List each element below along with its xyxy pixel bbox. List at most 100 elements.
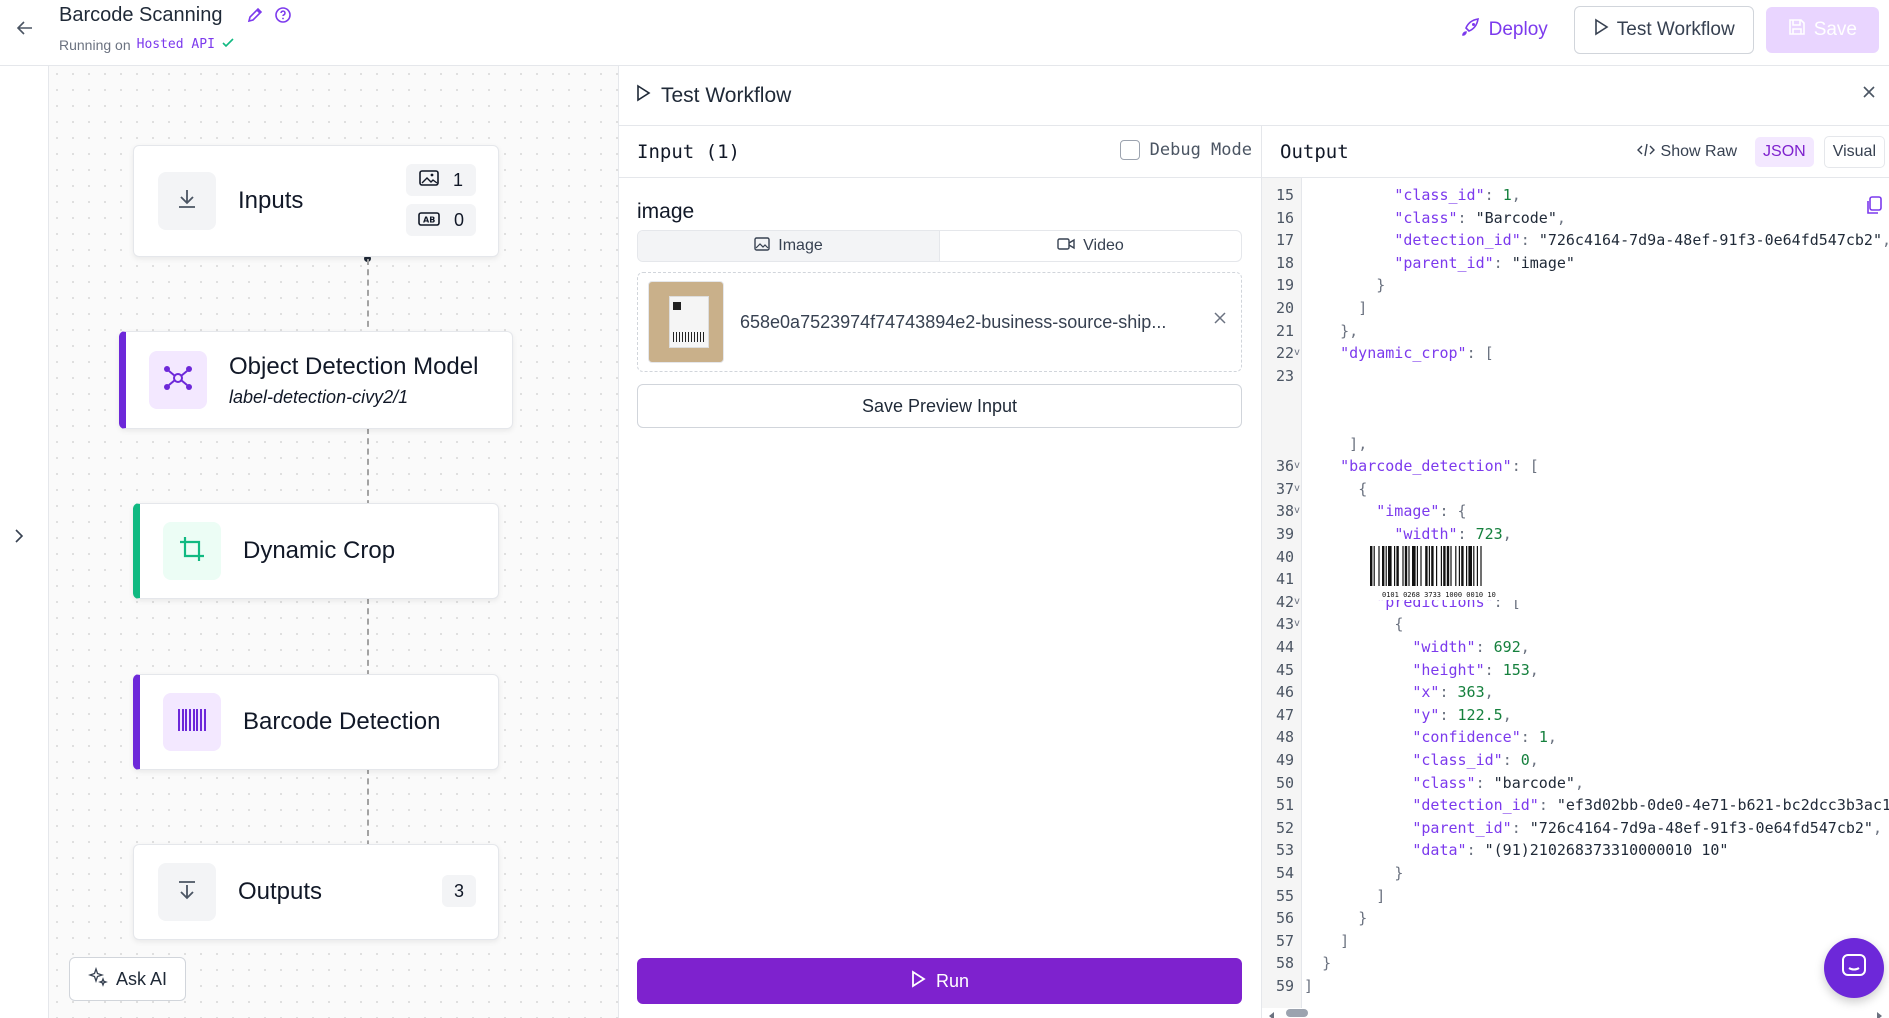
save-preview-input-button[interactable]: Save Preview Input: [637, 384, 1242, 428]
node-barcode-detection[interactable]: Barcode Detection: [133, 674, 499, 770]
code-line: 43 v {: [1262, 613, 1889, 636]
fold-chevron-icon[interactable]: v: [1294, 591, 1300, 614]
code-line: 58 }: [1262, 952, 1889, 975]
save-label: Save: [1813, 19, 1857, 40]
debug-mode-checkbox[interactable]: [1119, 140, 1140, 160]
code-line: 23: [1262, 365, 1889, 388]
node-icon-box: [163, 522, 221, 580]
save-button[interactable]: Save: [1765, 7, 1879, 53]
line-number: 43: [1275, 615, 1294, 634]
workflow-canvas[interactable]: Inputs 1 AB 0 Object Detection Model lab…: [49, 66, 619, 1018]
test-workflow-panel: Test Workflow Input (1) Debug Mode image…: [619, 66, 1889, 1018]
video-tab[interactable]: Video: [939, 231, 1241, 261]
json-output-viewer[interactable]: 15 "class_id": 1, 16 "class": "Barcode", 1…: [1262, 178, 1889, 1008]
uploaded-file: 658e0a7523974f74743894e2-business-source…: [637, 272, 1242, 372]
json-tab[interactable]: JSON: [1755, 137, 1814, 167]
node-outputs[interactable]: Outputs 3: [133, 844, 499, 940]
code-line: 20 ]: [1262, 297, 1889, 320]
line-number: 20: [1275, 299, 1294, 317]
code-line: 53 "data": "(91)210268373310000010 10": [1262, 839, 1889, 862]
code-line: ],: [1262, 433, 1889, 456]
code-text: "detection_id": "ef3d02bb-0de0-4e71-b621…: [1412, 796, 1889, 815]
line-number: 57: [1275, 931, 1294, 950]
line-number: 38: [1275, 502, 1294, 521]
line-number: 49: [1275, 751, 1294, 769]
image-tab[interactable]: Image: [638, 231, 939, 261]
crop-icon: [178, 535, 206, 568]
code-text: "width": 692,: [1412, 638, 1530, 656]
network-graph-icon: [161, 361, 195, 400]
horizontal-scrollbar[interactable]: [1268, 1008, 1883, 1018]
code-line: 41 },: [1262, 568, 1889, 591]
image-input-count-badge: 1: [406, 164, 476, 196]
play-icon: [910, 969, 926, 993]
code-line: 54 }: [1262, 862, 1889, 885]
media-type-toggle: Image Video: [637, 230, 1242, 262]
line-number: 56: [1275, 909, 1294, 928]
code-text: "class_id": 0,: [1412, 751, 1539, 769]
code-icon: [1636, 143, 1655, 162]
scrollbar-thumb[interactable]: [1286, 1009, 1308, 1017]
rocket-icon: [1461, 17, 1481, 43]
code-text: }: [1358, 909, 1368, 928]
code-line: 57 ]: [1262, 930, 1889, 953]
node-inputs[interactable]: Inputs 1 AB 0: [133, 145, 499, 257]
fold-chevron-icon[interactable]: v: [1294, 455, 1300, 478]
fold-chevron-icon[interactable]: v: [1294, 613, 1300, 636]
model-id: label-detection-civy2/1: [229, 386, 409, 407]
text-input-count-badge: AB 0: [406, 204, 476, 236]
visual-tab[interactable]: Visual: [1823, 136, 1885, 168]
fold-chevron-icon[interactable]: v: [1294, 342, 1300, 365]
code-line: 18 "parent_id": "image": [1262, 252, 1889, 275]
show-raw-button[interactable]: Show Raw: [1629, 137, 1745, 168]
text-count: 0: [453, 209, 464, 230]
remove-file-icon[interactable]: [1213, 311, 1227, 330]
run-button[interactable]: Run: [637, 958, 1242, 1004]
node-object-detection[interactable]: Object Detection Model label-detection-c…: [119, 331, 513, 429]
node-icon-box: [158, 172, 216, 230]
code-line: 19 }: [1262, 274, 1889, 297]
scroll-left-icon[interactable]: [1268, 1008, 1276, 1018]
code-line: 21 },: [1262, 320, 1889, 343]
code-text: {: [1358, 479, 1368, 498]
help-icon[interactable]: [274, 6, 292, 29]
node-dynamic-crop[interactable]: Dynamic Crop: [133, 503, 499, 599]
chat-support-button[interactable]: [1824, 938, 1884, 998]
edit-pencil-icon[interactable]: [246, 6, 264, 29]
code-line: 48 "confidence": 1,: [1262, 726, 1889, 749]
code-text: "parent_id": "726c4164-7d9a-48ef-91f3-0e…: [1412, 818, 1882, 837]
line-number: 21: [1275, 321, 1294, 340]
line-number: 54: [1275, 864, 1294, 882]
api-link[interactable]: Hosted API: [137, 37, 215, 52]
panel-header: Test Workflow: [619, 66, 1889, 126]
line-number: 22: [1275, 344, 1294, 363]
debug-mode-toggle[interactable]: Debug Mode: [1119, 140, 1252, 160]
fold-chevron-icon[interactable]: v: [1294, 500, 1300, 523]
code-line: 36 v "barcode_detection": [: [1262, 455, 1889, 478]
close-icon[interactable]: [1861, 84, 1877, 105]
deploy-button[interactable]: Deploy: [1447, 9, 1562, 51]
app-header: Barcode Scanning Running on Hosted API D…: [0, 0, 1889, 66]
back-arrow-icon[interactable]: [12, 15, 38, 41]
code-text: "barcode_detection": [: [1340, 457, 1539, 476]
line-number: 47: [1275, 705, 1294, 724]
scroll-right-icon[interactable]: [1875, 1008, 1883, 1018]
copy-icon[interactable]: [1865, 196, 1883, 220]
line-number: 44: [1275, 638, 1294, 656]
fold-chevron-icon[interactable]: v: [1294, 478, 1300, 501]
code-line: 56 }: [1262, 907, 1889, 930]
code-text: "image": {: [1376, 502, 1467, 521]
chat-bubble-icon: [1840, 952, 1868, 985]
line-number: 40: [1275, 547, 1294, 566]
left-rail: [0, 66, 49, 1018]
ask-ai-button[interactable]: Ask AI: [69, 957, 187, 1001]
code-line: 50 "class": "barcode",: [1262, 772, 1889, 795]
code-text: }: [1394, 864, 1404, 882]
code-text: "dynamic_crop": [: [1340, 344, 1494, 363]
file-name: 658e0a7523974f74743894e2-business-source…: [740, 311, 1167, 332]
check-icon: [221, 36, 235, 53]
chevron-right-icon[interactable]: [12, 528, 26, 549]
test-workflow-button[interactable]: Test Workflow: [1573, 6, 1754, 54]
code-text: "class": "barcode",: [1412, 773, 1584, 792]
